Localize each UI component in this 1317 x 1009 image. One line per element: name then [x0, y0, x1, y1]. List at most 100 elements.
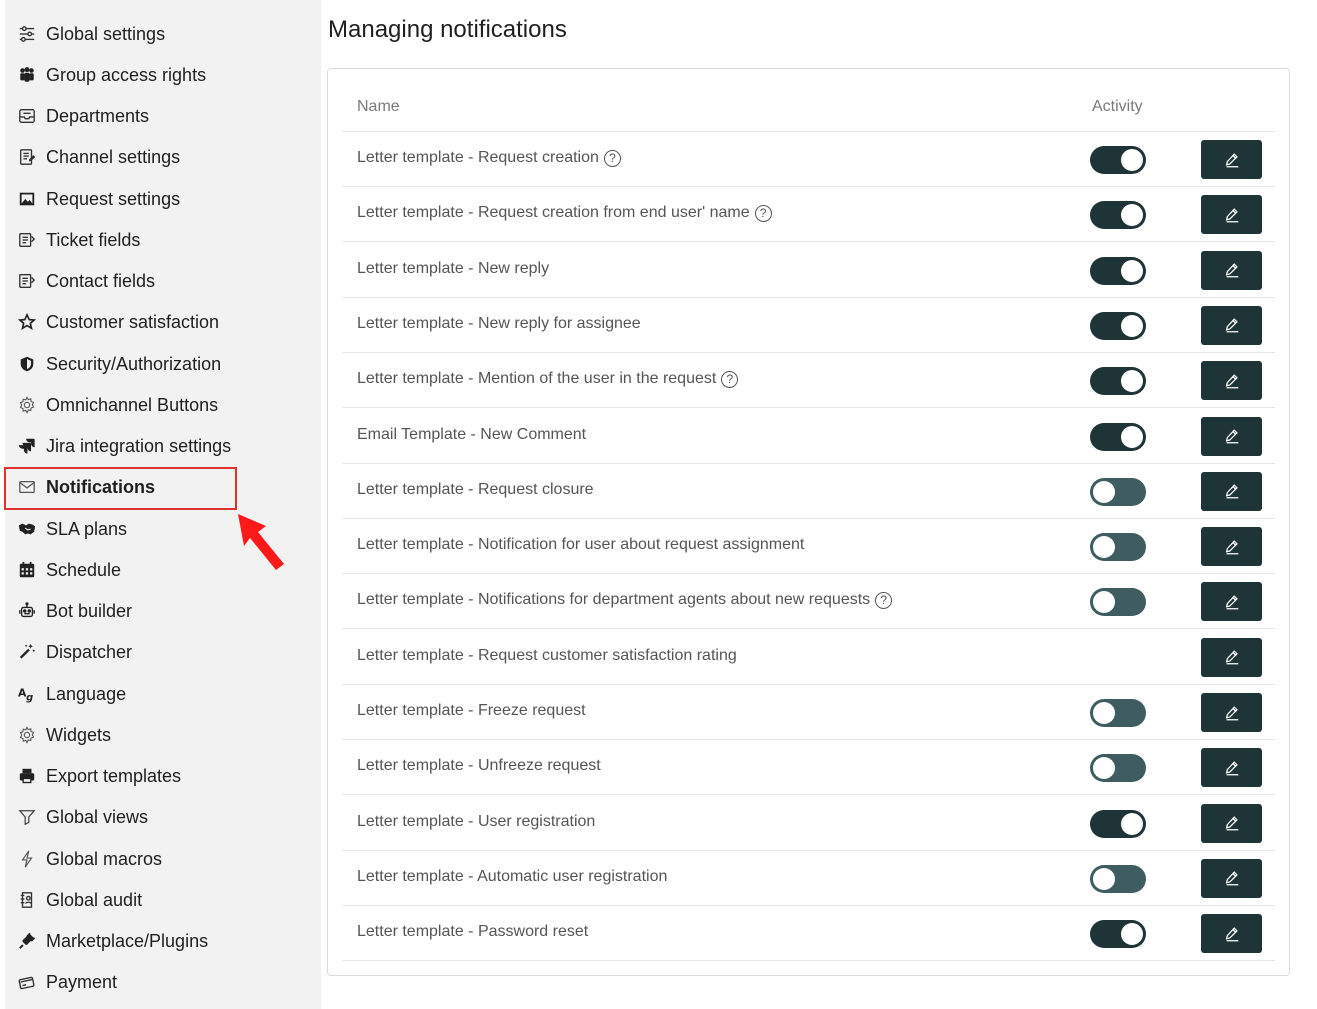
sidebar-item-global-audit[interactable]: Global audit: [5, 882, 321, 918]
notification-name: Letter template - Request customer satis…: [357, 647, 737, 665]
audit-icon: [17, 890, 37, 910]
toggle-knob: [1121, 259, 1143, 282]
activity-toggle[interactable]: [1090, 367, 1146, 396]
edit-button[interactable]: [1201, 195, 1262, 235]
notification-name: Email Template - New Comment: [357, 426, 586, 444]
sidebar-item-contact-fields[interactable]: Contact fields: [5, 263, 321, 299]
notification-name-text: Letter template - Notification for user …: [357, 536, 805, 554]
help-icon[interactable]: ?: [603, 149, 621, 167]
toggle-knob: [1121, 204, 1143, 227]
sidebar-item-departments[interactable]: Departments: [5, 98, 321, 134]
table-row: Letter template - User registration: [342, 796, 1275, 851]
pencil-icon: [1223, 759, 1241, 777]
notification-name-text: Letter template - Freeze request: [357, 702, 586, 719]
sidebar-item-marketplace-plugins[interactable]: Marketplace/Plugins: [5, 923, 321, 959]
column-header-activity: Activity: [1092, 98, 1143, 115]
help-icon[interactable]: ?: [875, 591, 893, 609]
edit-button[interactable]: [1201, 748, 1262, 788]
bolt-icon: [17, 849, 37, 869]
sidebar-item-security-authorization[interactable]: Security/Authorization: [5, 346, 321, 382]
activity-toggle[interactable]: [1090, 422, 1146, 451]
help-icon[interactable]: ?: [754, 204, 772, 222]
activity-toggle[interactable]: [1090, 477, 1146, 506]
activity-toggle[interactable]: [1090, 920, 1146, 949]
sidebar-item-global-settings[interactable]: Global settings: [5, 16, 321, 52]
activity-toggle[interactable]: [1090, 699, 1146, 727]
pencil-icon: [1223, 261, 1241, 279]
activity-toggle[interactable]: [1090, 809, 1146, 838]
toggle-knob: [1121, 149, 1143, 171]
pointer-arrow-icon: [238, 514, 284, 570]
notification-name: Letter template - Mention of the user in…: [357, 370, 739, 388]
edit-button[interactable]: [1201, 858, 1262, 898]
activity-toggle[interactable]: [1090, 311, 1146, 340]
sidebar-item-payment[interactable]: Payment: [5, 964, 321, 1000]
sidebar-item-label: Language: [46, 683, 127, 704]
sidebar-item-language[interactable]: Ag Language: [5, 676, 321, 712]
edit-button[interactable]: [1201, 140, 1262, 179]
sidebar-item-omnichannel-buttons[interactable]: Omnichannel Buttons: [5, 387, 321, 423]
sidebar-item-jira-integration-settings[interactable]: Jira integration settings: [5, 428, 321, 464]
sidebar-item-label: Global settings: [46, 23, 166, 44]
edit-button[interactable]: [1201, 803, 1262, 843]
edit-button[interactable]: [1201, 637, 1262, 677]
pencil-icon: [1223, 925, 1241, 943]
table-row: Letter template - Freeze request: [342, 685, 1275, 740]
sidebar-item-ticket-fields[interactable]: Ticket fields: [5, 222, 321, 258]
sidebar-item-label: Global views: [46, 806, 149, 827]
edit-button[interactable]: [1201, 693, 1262, 732]
sidebar-item-widgets[interactable]: Widgets: [5, 717, 321, 753]
table-row: Letter template - Request customer satis…: [342, 630, 1275, 685]
sidebar-item-global-macros[interactable]: Global macros: [5, 841, 321, 877]
jira-icon: [17, 436, 37, 456]
activity-toggle[interactable]: [1090, 533, 1146, 562]
sidebar-item-label: Customer satisfaction: [46, 311, 220, 332]
pencil-icon: [1223, 427, 1241, 445]
toggle-knob: [1093, 867, 1115, 890]
sidebar-item-group-access-rights[interactable]: Group access rights: [5, 57, 321, 93]
notification-name-text: Letter template - Automatic user registr…: [357, 867, 668, 885]
highlight-box: [4, 467, 237, 510]
toggle-knob: [1093, 757, 1115, 780]
edit-button[interactable]: [1201, 250, 1262, 290]
toggle-knob: [1093, 536, 1115, 559]
activity-toggle[interactable]: [1090, 146, 1146, 174]
calendar-icon: [17, 560, 37, 580]
sidebar-item-label: Departments: [46, 105, 150, 126]
activity-toggle[interactable]: [1090, 201, 1146, 230]
toggle-knob: [1093, 702, 1115, 724]
sidebar-item-label: Schedule: [46, 559, 122, 580]
sidebar-item-bot-builder[interactable]: Bot builder: [5, 593, 321, 629]
sidebar-item-request-settings[interactable]: Request settings: [5, 181, 321, 217]
notification-name-text: Email Template - New Comment: [357, 425, 587, 443]
edit-button[interactable]: [1201, 361, 1262, 401]
help-icon[interactable]: ?: [721, 370, 739, 388]
sidebar-item-export-templates[interactable]: Export templates: [5, 758, 321, 794]
sidebar-item-label: Ticket fields: [46, 229, 141, 250]
filter-icon: [17, 807, 37, 827]
table-row: Letter template - Notifications for depa…: [342, 574, 1275, 630]
activity-toggle[interactable]: [1090, 864, 1146, 893]
sidebar-item-global-views[interactable]: Global views: [5, 799, 321, 835]
edit-button[interactable]: [1201, 582, 1262, 622]
activity-toggle[interactable]: [1090, 588, 1146, 617]
sidebar-item-dispatcher[interactable]: Dispatcher: [5, 634, 321, 670]
edit-button[interactable]: [1201, 527, 1262, 567]
edit-button[interactable]: [1201, 416, 1262, 456]
notification-name-text: Letter template - Notifications for depa…: [357, 591, 871, 609]
channel-icon: [17, 147, 37, 167]
edit-button[interactable]: [1201, 914, 1262, 954]
notification-name: Letter template - Request creation?: [357, 149, 621, 167]
sidebar-item-channel-settings[interactable]: Channel settings: [5, 139, 321, 175]
edit-button[interactable]: [1201, 305, 1262, 345]
page-title: Managing notifications: [328, 16, 567, 43]
edit-button[interactable]: [1201, 471, 1262, 511]
pencil-icon: [1223, 482, 1241, 500]
activity-toggle[interactable]: [1090, 256, 1146, 285]
sidebar-item-label: Marketplace/Plugins: [46, 930, 209, 951]
sidebar-item-label: Contact fields: [46, 270, 156, 291]
table-row: Letter template - New reply for assignee: [342, 298, 1275, 353]
activity-toggle[interactable]: [1090, 754, 1146, 783]
sidebar-item-customer-satisfaction[interactable]: Customer satisfaction: [5, 304, 321, 340]
shield-icon: [17, 354, 37, 374]
